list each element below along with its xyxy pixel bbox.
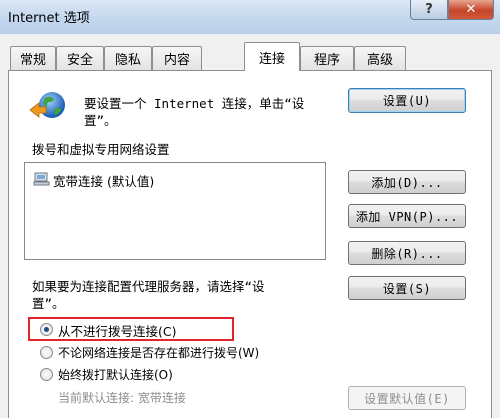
never-dial-label[interactable]: 从不进行拨号连接(C) [58, 321, 176, 340]
delete-button[interactable]: 删除(R)... [348, 241, 466, 265]
setup-text-line1: 要设置一个 Internet 连接，单击“设 [84, 96, 305, 111]
button-label: 添加(D)... [371, 175, 443, 190]
always-dial-radio[interactable] [40, 368, 53, 381]
globe-network-icon [28, 88, 70, 124]
tab-label: 高级 [366, 53, 393, 68]
dialup-heading: 拨号和虚拟专用网络设置 [32, 142, 170, 157]
add-vpn-button[interactable]: 添加 VPN(P)... [348, 204, 466, 228]
tab-connections[interactable]: 连接 [244, 42, 300, 71]
button-label: 添加 VPN(P)... [355, 209, 459, 224]
dial-whenever-radio[interactable] [40, 346, 53, 359]
close-icon: ✕ [465, 2, 477, 17]
tab-label: 内容 [163, 53, 190, 68]
tab-label: 安全 [66, 53, 93, 68]
tab-label: 隐私 [114, 53, 141, 68]
setup-button[interactable]: 设置(U) [348, 88, 466, 113]
tab-general[interactable]: 常规 [10, 46, 56, 70]
set-default-button: 设置默认值(E) [348, 386, 466, 410]
button-label: 删除(R)... [371, 246, 443, 261]
button-label: 设置(U) [382, 94, 432, 108]
settings-button[interactable]: 设置(S) [348, 276, 466, 300]
tab-privacy[interactable]: 隐私 [104, 46, 152, 70]
broadband-connection-icon [33, 171, 51, 187]
add-button[interactable]: 添加(D)... [348, 170, 466, 194]
proxy-text-line1: 如果要为连接配置代理服务器，请选择“设 [32, 279, 265, 294]
tab-security[interactable]: 安全 [56, 46, 104, 70]
setup-text-line2: 置”。 [84, 113, 117, 128]
title-bar: Internet 选项 ? ✕ [0, 0, 500, 34]
tab-advanced[interactable]: 高级 [354, 46, 406, 70]
close-button[interactable]: ✕ [448, 0, 494, 20]
tab-label: 常规 [19, 53, 46, 68]
help-button[interactable]: ? [410, 0, 448, 20]
help-icon: ? [425, 2, 433, 17]
button-label: 设置默认值(E) [364, 391, 450, 406]
connection-list[interactable]: 宽带连接 (默认值) [24, 162, 326, 260]
button-label: 设置(S) [382, 281, 432, 296]
never-dial-radio[interactable] [40, 323, 53, 336]
list-item[interactable]: 宽带连接 (默认值) [53, 171, 154, 190]
current-default-label: 当前默认连接: 宽带连接 [58, 391, 186, 405]
tab-label: 程序 [313, 53, 340, 68]
window-title: Internet 选项 [8, 11, 90, 26]
dial-whenever-label[interactable]: 不论网络连接是否存在都进行拨号(W) [58, 344, 259, 361]
tab-programs[interactable]: 程序 [300, 46, 354, 70]
proxy-text-line2: 置”。 [32, 296, 65, 311]
always-dial-label[interactable]: 始终拨打默认连接(O) [58, 366, 173, 383]
tab-label: 连接 [258, 51, 285, 67]
tab-content[interactable]: 内容 [152, 46, 202, 70]
